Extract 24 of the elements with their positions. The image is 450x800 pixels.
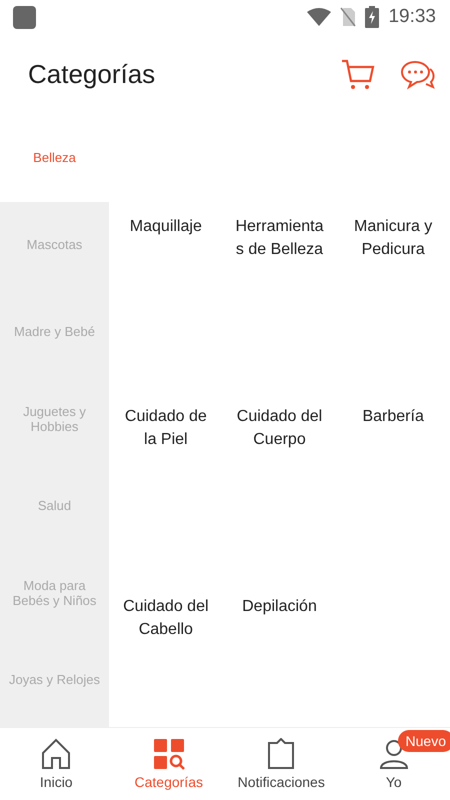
subcategory-item[interactable]: Cuidado del Cuerpo [234, 405, 324, 451]
status-time: 19:33 [388, 6, 436, 28]
nav-tab[interactable]: Inicio [0, 728, 112, 800]
wifi-icon [307, 8, 332, 26]
category-tab[interactable]: Belleza [0, 115, 109, 202]
subcategory-item[interactable]: Herramientas de Belleza [234, 215, 324, 261]
subcategory-item[interactable]: Manicura y Pedicura [348, 215, 438, 261]
chat-icon[interactable] [401, 60, 435, 90]
subcategory-item[interactable]: Cuidado de la Piel [121, 405, 211, 451]
subcategory-item[interactable]: Cuidado del Cabello [121, 595, 211, 641]
subcategory-item[interactable]: Depilación [234, 595, 324, 618]
nav-tab[interactable]: Notificaciones [225, 728, 338, 800]
battery-icon [365, 6, 380, 28]
cart-icon[interactable] [341, 58, 375, 90]
subcategory-item[interactable]: Barbería [348, 405, 438, 428]
new-badge: Nuevo [398, 730, 450, 752]
home-icon [40, 738, 72, 770]
no-sim-icon [340, 7, 356, 27]
nav-tab[interactable]: Categorías [112, 728, 225, 800]
categories-icon [152, 738, 185, 770]
app-icon [13, 6, 36, 28]
page-title: Categorías [28, 59, 156, 90]
subcategory-item[interactable]: Maquillaje [121, 215, 211, 238]
nav-tab[interactable]: Yo Nuevo [338, 728, 450, 800]
